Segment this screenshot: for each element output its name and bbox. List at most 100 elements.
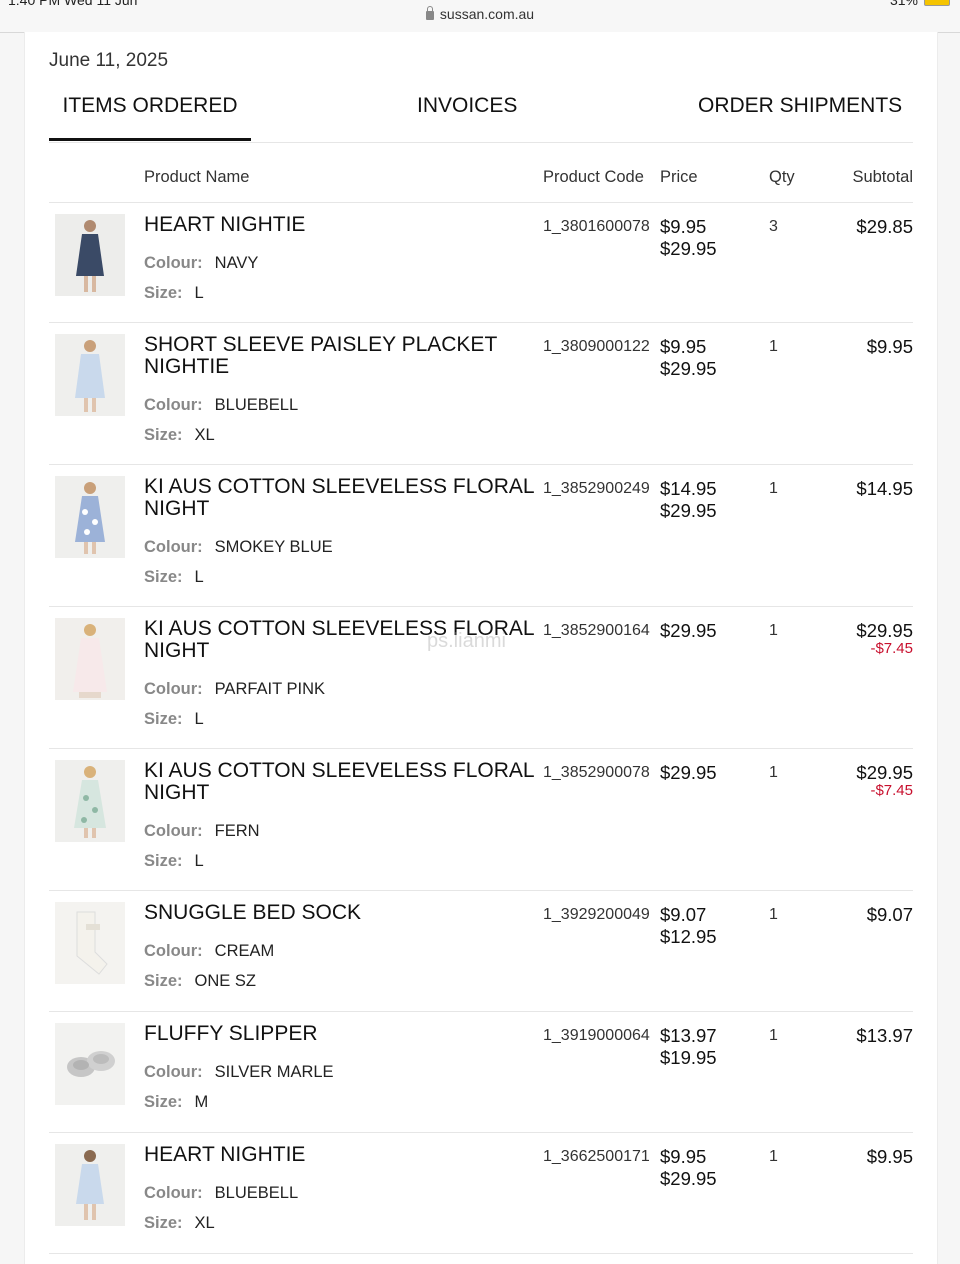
- sale-price: $9.95: [660, 216, 707, 237]
- discount-value: -$7.45: [870, 640, 913, 657]
- subtotal-cell: $14.95: [856, 478, 913, 500]
- subtotal-cell: $9.07: [867, 904, 913, 926]
- product-code: 1_3801600078: [543, 218, 650, 235]
- table-row: KI AUS COTTON SLEEVELESS FLORAL NIGHT Co…: [49, 464, 913, 607]
- items-table-header: Product Name Product Code Price Qty Subt…: [49, 164, 913, 203]
- header-product-name: Product Name: [144, 168, 250, 186]
- price-cell: $9.95 $29.95: [660, 216, 717, 260]
- product-name[interactable]: KI AUS COTTON SLEEVELESS FLORAL NIGHT: [144, 476, 534, 520]
- product-name[interactable]: FLUFFY SLIPPER: [144, 1023, 534, 1045]
- colour-label: Colour:: [144, 1063, 203, 1081]
- header-product-code: Product Code: [543, 168, 644, 186]
- colour-value: NAVY: [214, 254, 259, 272]
- colour-value: CREAM: [214, 942, 275, 960]
- colour-attribute: Colour: BLUEBELL: [144, 1184, 298, 1203]
- url-text: sussan.com.au: [439, 6, 535, 22]
- product-code: 1_3662500171: [543, 1148, 650, 1165]
- colour-value: PARFAIT PINK: [214, 680, 325, 698]
- product-code: 1_3929200049: [543, 906, 650, 923]
- nightie-image-icon: [55, 1144, 125, 1226]
- tab-invoices[interactable]: INVOICES: [417, 94, 517, 140]
- sock-image-icon: [55, 902, 125, 984]
- colour-label: Colour:: [144, 942, 203, 960]
- product-code: 1_3809000122: [543, 338, 650, 355]
- subtotal-value: $9.07: [866, 904, 913, 925]
- colour-value: BLUEBELL: [214, 396, 299, 414]
- product-name[interactable]: SHORT SLEEVE PAISLEY PLACKET NIGHTIE: [144, 334, 534, 378]
- original-price: $19.95: [660, 1047, 717, 1068]
- size-value: L: [194, 568, 204, 586]
- subtotal-value: $29.95: [856, 762, 913, 783]
- size-attribute: Size: M: [144, 1093, 208, 1112]
- colour-label: Colour:: [144, 680, 203, 698]
- size-attribute: Size: XL: [144, 426, 215, 445]
- size-attribute: Size: L: [144, 284, 204, 303]
- quantity: 1: [769, 622, 778, 639]
- sale-price: $29.95: [660, 620, 717, 641]
- product-name[interactable]: HEART NIGHTIE: [144, 214, 534, 236]
- product-name[interactable]: SNUGGLE BED SOCK: [144, 902, 534, 924]
- size-value: L: [194, 284, 204, 302]
- size-attribute: Size: L: [144, 852, 204, 871]
- colour-attribute: Colour: SMOKEY BLUE: [144, 538, 333, 557]
- subtotal-cell: $29.85: [856, 216, 913, 238]
- product-image[interactable]: [55, 1144, 125, 1226]
- size-label: Size:: [144, 1093, 183, 1111]
- colour-value: FERN: [214, 822, 260, 840]
- quantity: 3: [769, 218, 778, 235]
- battery-percent: 31%: [889, 0, 918, 8]
- product-name[interactable]: HEART NIGHTIE: [144, 1144, 534, 1166]
- product-image[interactable]: [55, 760, 125, 842]
- table-row: SHORT SLEEVE PAISLEY PLACKET NIGHTIE Col…: [49, 322, 913, 465]
- address-bar[interactable]: sussan.com.au: [0, 6, 960, 22]
- subtotal-value: $14.95: [856, 478, 913, 499]
- product-name[interactable]: KI AUS COTTON SLEEVELESS FLORAL NIGHT: [144, 760, 534, 804]
- colour-value: SMOKEY BLUE: [214, 538, 333, 556]
- product-image[interactable]: [55, 476, 125, 558]
- price-cell: $14.95 $29.95: [660, 478, 717, 522]
- size-attribute: Size: L: [144, 710, 204, 729]
- header-qty: Qty: [769, 168, 795, 186]
- size-label: Size:: [144, 852, 183, 870]
- nightie-image-icon: [55, 760, 125, 842]
- table-row: KI AUS COTTON SLEEVELESS FLORAL NIGHT Co…: [49, 606, 913, 749]
- colour-attribute: Colour: CREAM: [144, 942, 274, 961]
- quantity: 1: [769, 1027, 778, 1044]
- product-image[interactable]: [55, 902, 125, 984]
- colour-attribute: Colour: BLUEBELL: [144, 396, 298, 415]
- subtotal-value: $9.95: [866, 1146, 913, 1167]
- price-cell: $13.97 $19.95: [660, 1025, 717, 1069]
- table-row: HEART NIGHTIE Colour: BLUEBELL Size: XL 1_…: [49, 1132, 913, 1254]
- price-cell: $9.95 $29.95: [660, 1146, 717, 1190]
- product-image[interactable]: [55, 214, 125, 296]
- size-label: Size:: [144, 710, 183, 728]
- tab-items-ordered[interactable]: ITEMS ORDERED: [49, 94, 251, 141]
- size-label: Size:: [144, 284, 183, 302]
- table-row: FLUFFY SLIPPER Colour: SILVER MARLE Size:…: [49, 1011, 913, 1133]
- size-value: XL: [194, 426, 215, 444]
- product-image[interactable]: [55, 1023, 125, 1105]
- size-label: Size:: [144, 1214, 183, 1232]
- size-label: Size:: [144, 568, 183, 586]
- product-image[interactable]: [55, 618, 125, 700]
- subtotal-value: $29.85: [856, 216, 913, 237]
- price-cell: $9.95 $29.95: [660, 336, 717, 380]
- product-image[interactable]: [55, 334, 125, 416]
- lock-icon: [425, 6, 434, 20]
- table-row: SNUGGLE BED SOCK Colour: CREAM Size: ONE S…: [49, 890, 913, 1012]
- quantity: 1: [769, 1148, 778, 1165]
- order-detail-page: June 11, 2025 ITEMS ORDERED INVOICES ORD…: [24, 32, 938, 1264]
- product-code: 1_3919000064: [543, 1027, 650, 1044]
- original-price: $29.95: [660, 238, 717, 259]
- colour-label: Colour:: [144, 822, 203, 840]
- status-indicators: 31%: [890, 0, 950, 8]
- tab-order-shipments[interactable]: ORDER SHIPMENTS: [698, 94, 902, 140]
- colour-attribute: Colour: SILVER MARLE: [144, 1063, 334, 1082]
- subtotal-cell: $29.95 -$7.45: [856, 762, 913, 798]
- discount-value: -$7.45: [870, 782, 913, 799]
- nightie-image-icon: [55, 334, 125, 416]
- watermark: ps.lianmi: [427, 630, 506, 652]
- original-price: $29.95: [660, 1168, 717, 1189]
- original-price: $29.95: [660, 358, 717, 379]
- subtotal-value: $13.97: [856, 1025, 913, 1046]
